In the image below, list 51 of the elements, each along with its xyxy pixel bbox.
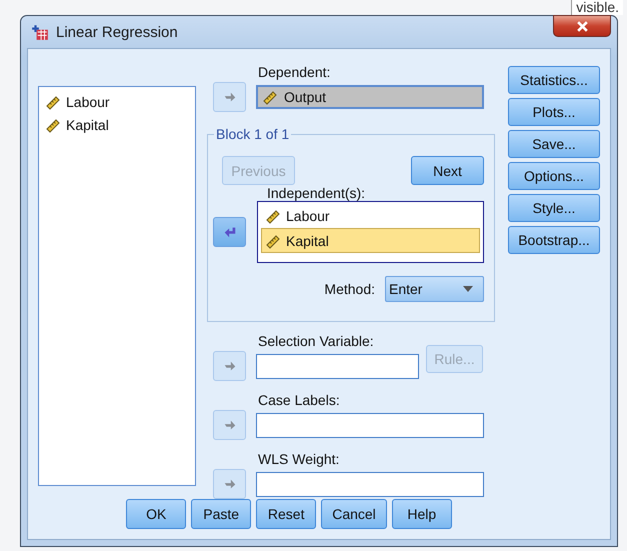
field-label: WLS Weight:	[258, 451, 340, 469]
dropdown-caret-icon	[463, 286, 473, 292]
variable-name: Labour	[286, 208, 330, 224]
dialog-button[interactable]: Plots...	[508, 98, 600, 126]
ruler-icon	[262, 89, 278, 105]
dropdown-value: Enter	[389, 281, 422, 297]
dialog-button[interactable]: Help	[392, 499, 452, 529]
method-dropdown[interactable]: Enter	[385, 276, 484, 302]
close-button[interactable]	[553, 15, 611, 37]
variable-name: Kapital	[286, 232, 329, 248]
variable-name: Output	[284, 89, 326, 105]
list-item[interactable]: Labour	[261, 203, 480, 228]
field-label: Method:	[324, 281, 375, 297]
right-arrow-icon	[222, 477, 236, 491]
dialog-button[interactable]: Bootstrap...	[508, 226, 600, 254]
field-label: Selection Variable:	[258, 333, 375, 351]
field-label: Dependent:	[258, 64, 332, 82]
variable-item[interactable]: Labour	[45, 90, 189, 113]
window-title: Linear Regression	[56, 24, 178, 40]
input-field[interactable]	[256, 354, 419, 378]
dialog-button[interactable]: OK	[126, 499, 186, 529]
dialog-button[interactable]: Reset	[256, 499, 316, 529]
dialog-button[interactable]: Style...	[508, 194, 600, 222]
list-item[interactable]: Kapital	[261, 228, 480, 253]
ruler-icon	[265, 208, 281, 224]
background-text: visible.	[571, 0, 623, 15]
dialog-button[interactable]: Cancel	[321, 499, 387, 529]
app-icon	[31, 23, 49, 41]
right-arrow-icon	[222, 359, 236, 373]
dialog-button[interactable]: Statistics...	[508, 66, 600, 94]
right-arrow-icon	[222, 90, 236, 104]
dialog-button[interactable]: Save...	[508, 130, 600, 158]
nav-button[interactable]: Next	[411, 156, 484, 185]
ruler-icon	[265, 232, 281, 248]
variable-name: Kapital	[66, 116, 109, 132]
close-icon	[576, 20, 588, 32]
field-label: Independent(s):	[267, 185, 366, 201]
dialog-button[interactable]: Paste	[191, 499, 252, 529]
variable-name: Labour	[66, 94, 110, 110]
right-arrow-icon	[222, 418, 236, 432]
arrow-button[interactable]	[213, 217, 246, 247]
dependent-field[interactable]: Output	[256, 85, 484, 109]
input-field[interactable]	[256, 472, 484, 496]
ruler-icon	[45, 116, 61, 132]
input-field[interactable]	[256, 412, 484, 438]
variable-item[interactable]: Kapital	[45, 113, 189, 136]
left-arrow-icon	[222, 225, 236, 239]
dialog-button[interactable]: Options...	[508, 162, 600, 190]
ruler-icon	[45, 94, 61, 110]
group-title: Block 1 of 1	[215, 126, 290, 142]
field-label: Case Labels:	[258, 392, 341, 410]
